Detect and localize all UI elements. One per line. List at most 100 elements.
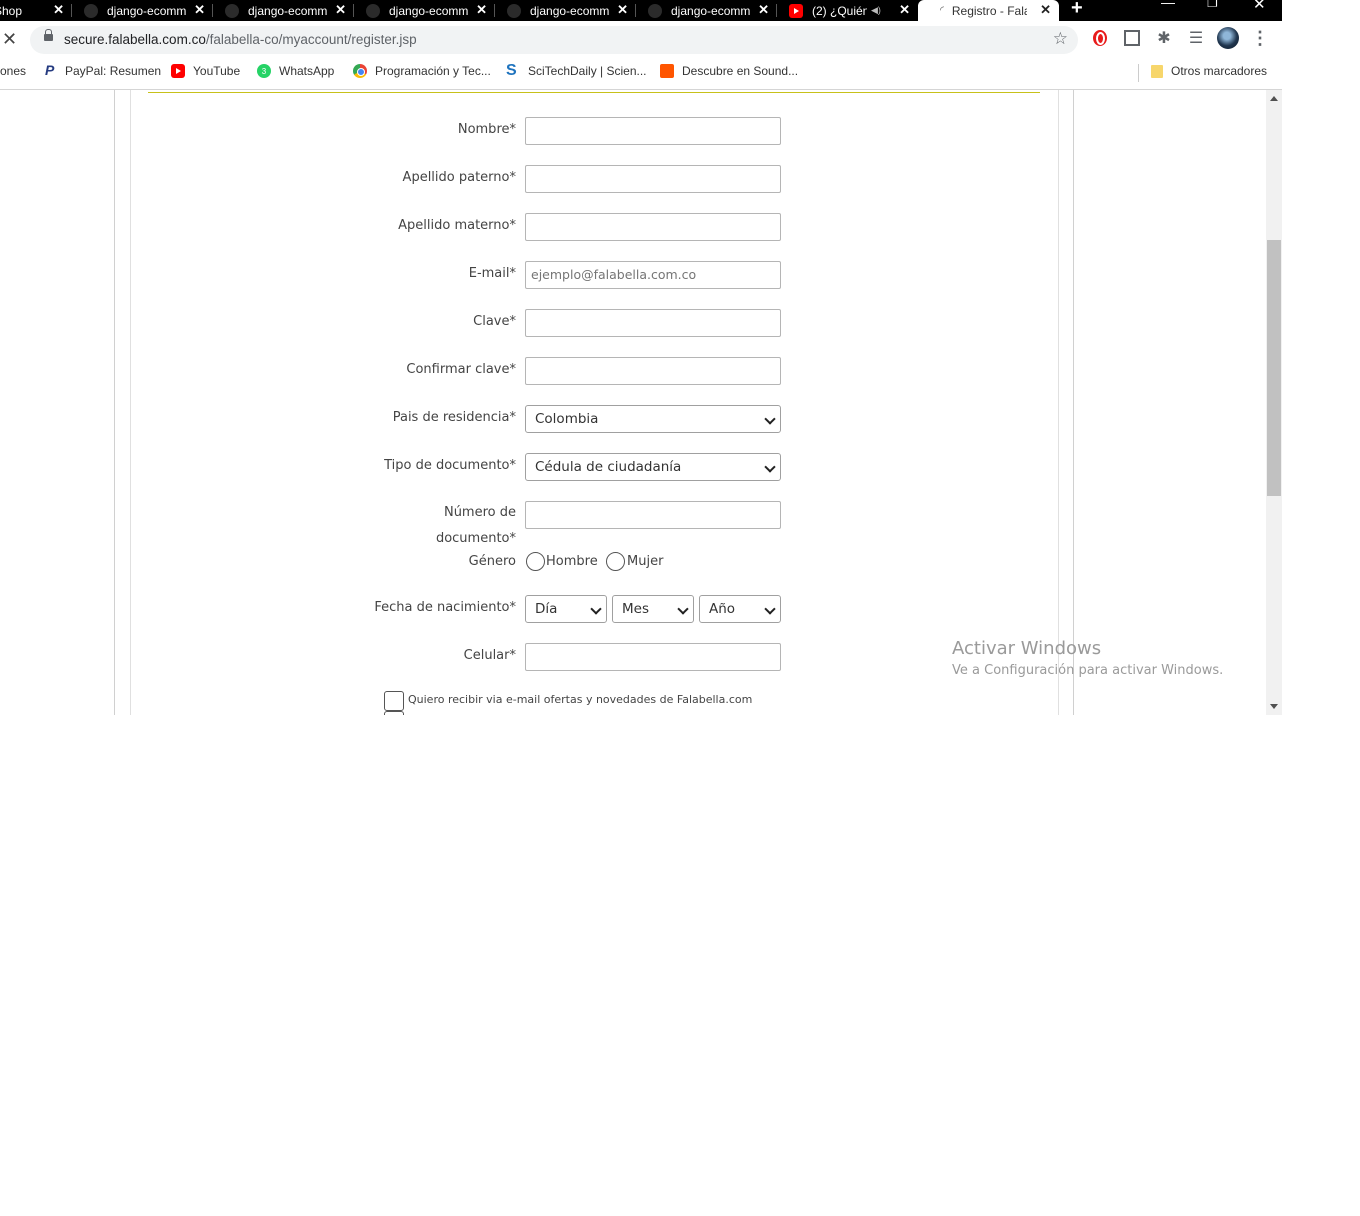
tab-shop[interactable]: Shop ✕ [0, 0, 72, 21]
close-icon[interactable]: ✕ [194, 2, 205, 18]
chevron-down-icon [764, 413, 776, 425]
adblock-icon[interactable] [1091, 29, 1109, 47]
close-window-icon[interactable]: ✕ [1253, 0, 1266, 13]
scroll-down-arrow-icon[interactable] [1270, 704, 1278, 709]
youtube-icon [789, 3, 803, 18]
github-icon [225, 3, 239, 18]
close-icon[interactable]: ✕ [758, 2, 769, 18]
bookmark-star-icon[interactable]: ☆ [1053, 29, 1068, 49]
bookmark-label: PayPal: Resumen [65, 64, 162, 78]
extensions-icon[interactable]: ✱ [1155, 29, 1173, 47]
chevron-down-icon [764, 603, 776, 615]
genero-mujer-radio[interactable] [606, 552, 625, 571]
vertical-scrollbar[interactable] [1266, 90, 1282, 715]
close-icon[interactable]: ✕ [617, 2, 628, 18]
scrollbar-thumb[interactable] [1267, 240, 1281, 496]
tab-registro[interactable]: ◜ Registro - Fala ✕ [918, 0, 1059, 21]
anio-select[interactable]: Año [699, 595, 781, 623]
bookmarks-bar: ones PayPal: Resumen YouTube 3 WhatsApp P… [0, 58, 1282, 90]
speaker-icon[interactable]: ◀) [871, 5, 881, 16]
genero-mujer-label: Mujer [627, 554, 664, 569]
tab-youtube[interactable]: (2) ¿Quién ◀) ✕ [777, 0, 918, 21]
clave-label: Clave* [473, 314, 516, 329]
numero-documento-input[interactable] [525, 501, 781, 529]
bookmark-item[interactable]: Descubre en Sound... [660, 64, 798, 78]
bookmark-label: Otros marcadores [1171, 64, 1268, 78]
section-divider [148, 92, 1040, 93]
watermark-subtitle: Ve a Configuración para activar Windows. [952, 663, 1224, 678]
tab-label: django-ecomm [107, 3, 187, 18]
tab-django-2[interactable]: django-ecomm ✕ [213, 0, 354, 21]
fecha-nacimiento-label: Fecha de nacimiento* [374, 600, 516, 615]
pais-select[interactable]: Colombia [525, 405, 781, 433]
close-icon[interactable]: ✕ [476, 2, 487, 18]
close-icon[interactable]: ✕ [1040, 2, 1051, 18]
chevron-down-icon [590, 603, 602, 615]
celular-label: Celular* [463, 648, 516, 663]
tab-django-4[interactable]: django-ecomm ✕ [495, 0, 636, 21]
genero-label: Género [468, 554, 516, 569]
celular-input[interactable] [525, 643, 781, 671]
maximize-icon[interactable]: ❐ [1207, 0, 1218, 10]
stop-loading-icon[interactable]: ✕ [2, 29, 17, 50]
bookmark-label: Programación y Tec... [375, 64, 491, 78]
email-input[interactable]: ejemplo@falabella.com.co [525, 261, 781, 289]
tab-django-5[interactable]: django-ecomm ✕ [636, 0, 777, 21]
dia-select[interactable]: Día [525, 595, 607, 623]
close-icon[interactable]: ✕ [899, 2, 910, 18]
minimize-icon[interactable]: — [1161, 0, 1175, 10]
bookmark-label: SciTechDaily | Scien... [528, 64, 647, 78]
youtube-icon [171, 64, 185, 78]
bookmark-label: ones [0, 64, 27, 78]
tab-label: django-ecomm [248, 3, 328, 18]
github-icon [507, 3, 521, 18]
newsletter-label: Quiero recibir via e-mail ofertas y nove… [408, 693, 753, 706]
new-tab-icon[interactable]: + [1071, 0, 1083, 20]
github-icon [84, 3, 98, 18]
scroll-up-arrow-icon[interactable] [1270, 96, 1278, 101]
media-control-icon[interactable]: ☰ [1187, 29, 1205, 47]
screenshot-icon[interactable] [1123, 29, 1141, 47]
clave-input[interactable] [525, 309, 781, 337]
menu-kebab-icon[interactable]: ⋮ [1251, 28, 1269, 48]
nombre-input[interactable] [525, 117, 781, 145]
mes-select[interactable]: Mes [612, 595, 694, 623]
tab-strip: Shop ✕ django-ecomm ✕ django-ecomm ✕ dja… [0, 0, 1282, 21]
tab-django-3[interactable]: django-ecomm ✕ [354, 0, 495, 21]
tab-label: django-ecomm [671, 3, 751, 18]
scitechdaily-icon: S [506, 62, 517, 79]
email-label: E-mail* [468, 266, 516, 281]
bookmark-item[interactable]: Programación y Tec... [353, 64, 491, 78]
bookmark-item[interactable]: YouTube [171, 64, 240, 78]
bookmark-item[interactable]: S SciTechDaily | Scien... [506, 62, 647, 79]
newsletter-checkbox[interactable] [384, 691, 404, 711]
close-icon[interactable]: ✕ [53, 2, 64, 18]
close-icon[interactable]: ✕ [335, 2, 346, 18]
tab-django-1[interactable]: django-ecomm ✕ [72, 0, 213, 21]
apellido-paterno-input[interactable] [525, 165, 781, 193]
other-bookmarks[interactable]: Otros marcadores [1151, 64, 1267, 78]
apellido-materno-input[interactable] [525, 213, 781, 241]
paypal-icon [43, 62, 57, 78]
tab-label: Registro - Fala [951, 3, 1027, 18]
windows-activation-watermark: Activar Windows Ve a Configuración para … [952, 638, 1223, 678]
address-bar[interactable]: secure.falabella.com.co/falabella-co/mya… [30, 26, 1078, 54]
page-border-left [114, 90, 115, 715]
apellido-paterno-label: Apellido paterno* [402, 170, 516, 185]
bookmark-item[interactable]: PayPal: Resumen [43, 62, 162, 78]
whatsapp-badge: 3 [261, 66, 267, 76]
genero-hombre-radio[interactable] [526, 552, 545, 571]
nombre-label: Nombre* [457, 122, 516, 137]
lock-icon[interactable] [44, 29, 53, 41]
bookmark-item[interactable]: ones [0, 64, 26, 78]
url-path: /falabella-co/myaccount/register.jsp [205, 32, 417, 47]
bookmark-item[interactable]: 3 WhatsApp [257, 64, 334, 78]
email-placeholder: ejemplo@falabella.com.co [531, 267, 697, 282]
numero-documento-label: Número de documento* [435, 505, 516, 546]
pais-selected-value: Colombia [535, 411, 599, 427]
next-checkbox[interactable] [384, 711, 404, 715]
chevron-down-icon [764, 461, 776, 473]
profile-avatar[interactable] [1217, 27, 1239, 49]
confirmar-clave-input[interactable] [525, 357, 781, 385]
tipo-documento-select[interactable]: Cédula de ciudadanía [525, 453, 781, 481]
